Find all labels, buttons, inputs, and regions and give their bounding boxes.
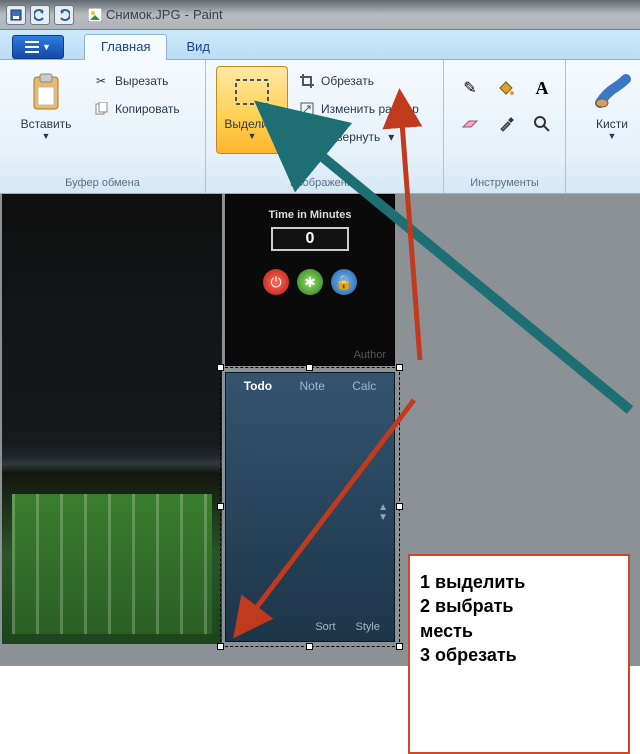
group-label-image: Изображение [216,177,433,189]
scissors-icon: ✂ [93,73,109,89]
eraser-tool[interactable] [454,108,486,140]
rotate-icon [299,129,315,145]
selection-rect-icon [232,71,272,115]
canvas-area[interactable]: Time in Minutes 0 ⏻ ✱ 🔒 Author Todo Note… [0,194,640,666]
group-tools: ✎ A Инструменты [444,60,566,193]
notes-tab-todo: Todo [244,379,272,393]
undo-icon[interactable] [30,5,50,25]
crop-icon [299,73,315,89]
scroll-arrows-icon: ▲▼ [378,503,388,523]
gadget-timer: Time in Minutes 0 ⏻ ✱ 🔒 Author [225,194,395,366]
resize-label: Изменить размер [321,102,419,116]
menu-icon [25,41,39,53]
select-button[interactable]: Выделить ▼ [216,66,288,154]
crop-button[interactable]: Обрезать [294,68,424,94]
resize-handle[interactable] [396,503,403,510]
timer-value: 0 [271,227,349,251]
file-menu-button[interactable]: ▼ [12,35,64,59]
image-detail [12,494,212,634]
window-title: Снимок.JPG - Paint [88,7,223,22]
title-bar: Снимок.JPG - Paint [0,0,640,30]
resize-handle[interactable] [396,364,403,371]
instruction-line-1: 1 выделить [420,570,618,594]
copy-label: Копировать [115,102,180,116]
eyedropper-icon [498,116,514,132]
zoom-tool[interactable] [526,108,558,140]
resize-icon [299,101,315,117]
paint-app-icon [88,8,102,22]
pencil-tool[interactable]: ✎ [454,72,486,104]
author-label: Author [354,349,386,361]
pencil-icon: ✎ [463,78,476,98]
fill-tool[interactable] [490,72,522,104]
star-icon: ✱ [297,269,323,295]
group-clipboard: Вставить ▼ ✂ Вырезать Копировать Буфер о… [0,60,206,193]
rotate-button[interactable]: Повернуть ▾ [294,124,424,150]
magnifier-icon [534,116,550,132]
save-icon[interactable] [6,5,26,25]
chevron-down-icon: ▼ [248,131,257,141]
copy-icon [93,101,109,117]
title-app: Paint [193,7,223,22]
notes-tab-note: Note [300,379,325,393]
resize-handle[interactable] [217,643,224,650]
group-brushes: Кисти ▼ [566,60,636,193]
group-label-tools: Инструменты [454,177,555,189]
paste-label: Вставить [21,117,72,131]
bucket-icon [497,79,515,97]
select-label: Выделить [224,117,279,131]
quick-access-toolbar [6,5,74,25]
clipboard-icon [26,71,66,115]
image-content-photo [2,194,222,644]
chevron-down-icon: ▼ [42,131,51,141]
title-filename: Снимок.JPG [106,7,181,22]
notes-sort: Sort [315,621,335,633]
brushes-label: Кисти [596,117,628,131]
resize-handle[interactable] [396,643,403,650]
instruction-box: 1 выделить 2 выбрать месть 3 обрезать [408,554,630,754]
notes-style: Style [356,621,380,633]
instruction-line-3: месть [420,619,618,643]
gadget-notes: Todo Note Calc ▲▼ Sort Style [225,372,395,642]
tab-view[interactable]: Вид [169,34,227,60]
brush-icon [592,71,632,115]
redo-icon[interactable] [54,5,74,25]
resize-button[interactable]: Изменить размер [294,96,424,122]
brushes-button[interactable]: Кисти ▼ [576,66,640,154]
notes-tab-calc: Calc [352,379,376,393]
cut-button[interactable]: ✂ Вырезать [88,68,185,94]
title-sep: - [185,7,189,22]
copy-button[interactable]: Копировать [88,96,185,122]
timer-label: Time in Minutes [269,209,352,221]
text-tool[interactable]: A [526,72,558,104]
eraser-icon [461,117,479,131]
crop-label: Обрезать [321,74,374,88]
instruction-line-2: 2 выбрать [420,594,618,618]
text-icon: A [536,78,549,99]
picker-tool[interactable] [490,108,522,140]
ribbon-tabstrip: ▼ Главная Вид [0,30,640,60]
group-label-clipboard: Буфер обмена [10,177,195,189]
instruction-line-4: 3 обрезать [420,643,618,667]
tab-home[interactable]: Главная [84,34,167,60]
power-icon: ⏻ [263,269,289,295]
ribbon: Вставить ▼ ✂ Вырезать Копировать Буфер о… [0,60,640,194]
group-image: Выделить ▼ Обрезать Изменить размер Пове… [206,60,444,193]
rotate-label: Повернуть [321,130,380,144]
chevron-down-icon: ▾ [388,130,394,144]
paste-button[interactable]: Вставить ▼ [10,66,82,154]
lock-icon: 🔒 [331,269,357,295]
chevron-down-icon: ▼ [608,131,617,141]
cut-label: Вырезать [115,74,168,88]
chevron-down-icon: ▼ [42,42,51,52]
resize-handle[interactable] [306,643,313,650]
